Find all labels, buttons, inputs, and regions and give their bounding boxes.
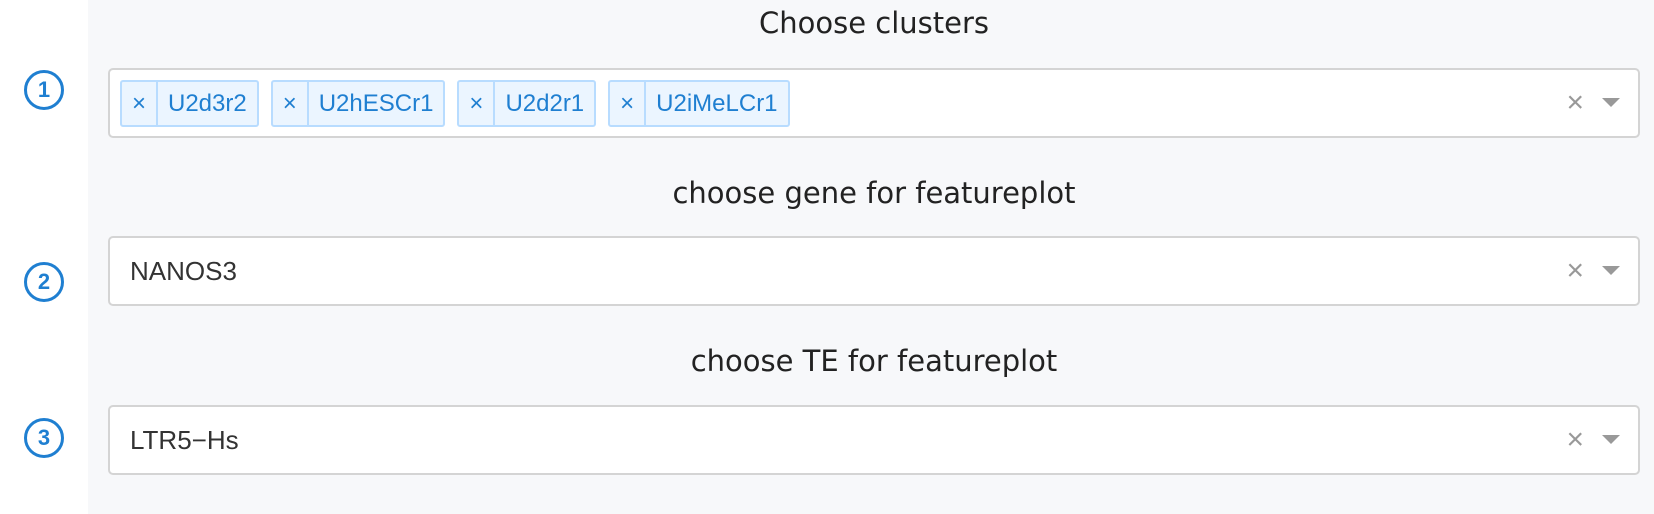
te-select[interactable]: LTR5−Hs × [108, 405, 1640, 475]
tag-remove-icon[interactable]: × [273, 82, 309, 125]
chevron-down-icon[interactable] [1602, 98, 1620, 107]
page: 1 Choose clusters × U2d3r2 × U2hESCr1 × … [0, 0, 1654, 514]
step-number: 3 [37, 425, 51, 450]
tag-remove-icon[interactable]: × [610, 82, 647, 125]
selected-tags: × U2d3r2 × U2hESCr1 × U2d2r1 × U2iMeLCr1 [120, 80, 790, 127]
step-marker-3: 3 [24, 418, 64, 458]
gene-select[interactable]: NANOS3 × [108, 236, 1640, 306]
tag-remove-icon[interactable]: × [122, 82, 158, 125]
step-number: 2 [37, 269, 51, 294]
gene-value: NANOS3 [130, 255, 237, 286]
tag-label: U2d2r1 [505, 89, 585, 117]
gene-label: choose gene for featureplot [672, 176, 1076, 210]
tag-u2d3r2: × U2d3r2 [120, 80, 259, 127]
tag-label: U2d3r2 [168, 89, 247, 117]
tag-label: U2iMeLCr1 [656, 89, 778, 117]
tag-label: U2hESCr1 [318, 89, 434, 117]
step-marker-1: 1 [24, 70, 64, 110]
chevron-down-icon[interactable] [1602, 266, 1620, 275]
tag-u2imelcr1: × U2iMeLCr1 [608, 80, 790, 127]
tag-remove-icon[interactable]: × [459, 82, 496, 125]
clear-icon[interactable]: × [1566, 238, 1584, 304]
tag-u2hescr1: × U2hESCr1 [270, 80, 446, 127]
step-marker-2: 2 [24, 262, 64, 302]
te-value: LTR5−Hs [130, 424, 239, 455]
tag-u2d2r1: × U2d2r1 [457, 80, 597, 127]
te-label: choose TE for featureplot [690, 344, 1058, 378]
clear-icon[interactable]: × [1566, 70, 1584, 136]
clusters-select[interactable]: × U2d3r2 × U2hESCr1 × U2d2r1 × U2iMeLCr1… [108, 68, 1640, 138]
step-number: 1 [37, 77, 51, 102]
chevron-down-icon[interactable] [1602, 435, 1620, 444]
clusters-label: Choose clusters [758, 6, 990, 40]
clear-icon[interactable]: × [1566, 407, 1584, 473]
